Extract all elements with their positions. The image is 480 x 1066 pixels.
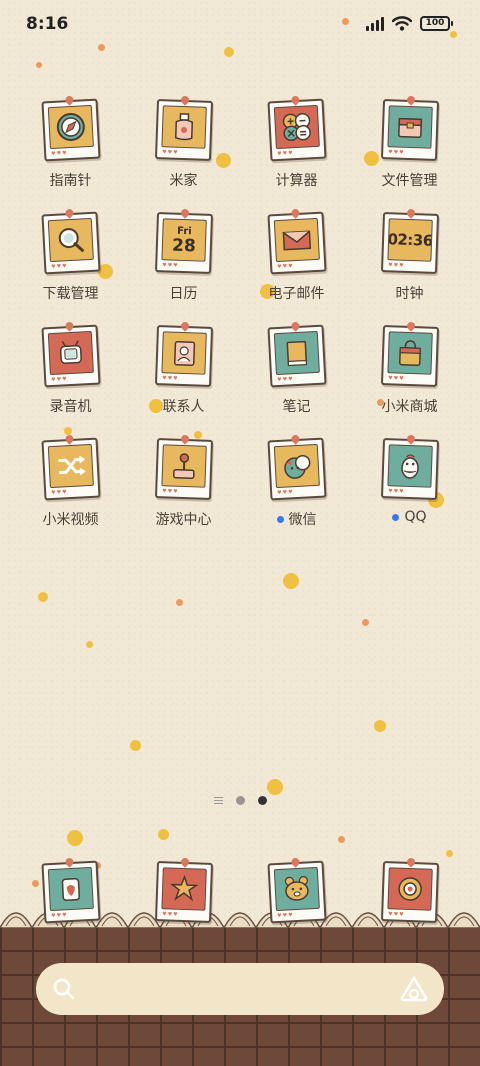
mijia-icon: ♥♥♥ xyxy=(154,94,213,161)
dock-messages[interactable]: ♥♥♥ xyxy=(127,856,240,932)
search-input[interactable] xyxy=(86,969,390,1009)
browser-icon: ♥♥♥ xyxy=(380,856,439,923)
app-notes[interactable]: ♥♥♥ 笔记 xyxy=(240,320,353,439)
app-label: 日历 xyxy=(169,286,198,302)
ai-assistant-icon[interactable] xyxy=(400,976,428,1002)
decor-dot xyxy=(86,641,93,648)
clock-icon: 02:36 ♥♥♥ xyxy=(380,207,439,274)
camera-icon: ♥♥♥ xyxy=(266,856,327,924)
wechat-icon: ♥♥♥ xyxy=(266,433,327,501)
app-download-manager[interactable]: ♥♥♥ 下载管理 xyxy=(14,207,127,326)
dock-phone[interactable]: ♥♥♥ xyxy=(14,856,127,932)
app-label: 计算器 xyxy=(275,173,318,189)
app-label: 小米视频 xyxy=(42,512,99,528)
app-label: 小米商城 xyxy=(381,399,438,415)
recorder-icon: ♥♥♥ xyxy=(40,320,101,388)
calendar-icon: Fri 28 ♥♥♥ xyxy=(154,207,213,274)
app-recorder[interactable]: ♥♥♥ 录音机 xyxy=(14,320,127,439)
mi-store-icon: ♥♥♥ xyxy=(380,320,439,387)
app-label: 电子邮件 xyxy=(268,286,325,302)
app-label: QQ xyxy=(392,509,427,525)
app-qq[interactable]: ♥♥♥ QQ xyxy=(353,433,466,552)
mail-icon: ♥♥♥ xyxy=(266,207,327,275)
app-label: 时钟 xyxy=(395,286,424,302)
app-label: 笔记 xyxy=(282,399,311,415)
app-calculator[interactable]: ♥♥♥ 计算器 xyxy=(240,94,353,213)
wifi-icon xyxy=(392,16,412,31)
decor-dot xyxy=(176,599,183,606)
decor-dot xyxy=(267,779,283,795)
file-manager-icon: ♥♥♥ xyxy=(380,94,439,161)
decor-dot xyxy=(450,31,457,38)
search-icon[interactable] xyxy=(52,977,76,1001)
decor-dot xyxy=(67,830,83,846)
messages-icon: ♥♥♥ xyxy=(154,856,213,923)
signal-icon xyxy=(366,16,384,31)
app-label: 游戏中心 xyxy=(155,512,212,528)
dock-browser[interactable]: ♥♥♥ xyxy=(353,856,466,932)
phone-icon: ♥♥♥ xyxy=(40,856,101,924)
search-bar[interactable] xyxy=(36,963,444,1015)
compass-icon: ♥♥♥ xyxy=(40,94,101,162)
notification-dot xyxy=(276,515,284,523)
decor-dot xyxy=(446,850,453,857)
battery-icon: 100 xyxy=(420,16,453,31)
app-mi-store[interactable]: ♥♥♥ 小米商城 xyxy=(353,320,466,439)
page-dot-1[interactable] xyxy=(235,796,245,805)
status-icons: 100 xyxy=(366,16,453,31)
notification-dot xyxy=(392,513,400,521)
status-time: 8:16 xyxy=(26,14,69,34)
calendar-date: 28 xyxy=(171,235,196,256)
decor-dot xyxy=(224,47,234,57)
app-label: 微信 xyxy=(276,509,317,529)
app-grid: ♥♥♥ 指南针 ♥♥♥ 米家 ♥♥♥ 计算器 ♥♥♥ 文件管理 ♥♥♥ 下载管理… xyxy=(14,94,466,552)
app-mi-video[interactable]: ♥♥♥ 小米视频 xyxy=(14,433,127,552)
app-calendar[interactable]: Fri 28 ♥♥♥ 日历 xyxy=(127,207,240,326)
app-file-manager[interactable]: ♥♥♥ 文件管理 xyxy=(353,94,466,213)
dock-camera[interactable]: ♥♥♥ xyxy=(240,856,353,932)
app-wechat[interactable]: ♥♥♥ 微信 xyxy=(240,433,353,552)
download-manager-icon: ♥♥♥ xyxy=(40,207,101,275)
app-game-center[interactable]: ♥♥♥ 游戏中心 xyxy=(127,433,240,552)
app-label: 联系人 xyxy=(162,399,205,415)
app-mail[interactable]: ♥♥♥ 电子邮件 xyxy=(240,207,353,326)
app-contacts[interactable]: ♥♥♥ 联系人 xyxy=(127,320,240,439)
app-compass[interactable]: ♥♥♥ 指南针 xyxy=(14,94,127,213)
mi-video-icon: ♥♥♥ xyxy=(40,433,101,501)
status-bar: 8:16 100 xyxy=(0,0,480,50)
decor-dot xyxy=(283,573,299,589)
decor-dot xyxy=(342,18,349,25)
app-label: 下载管理 xyxy=(42,286,99,302)
app-label: 文件管理 xyxy=(381,173,438,189)
decor-dot xyxy=(374,720,386,732)
dock: ♥♥♥ ♥♥♥ ♥♥♥ ♥♥♥ xyxy=(14,856,466,932)
page-indicator xyxy=(0,796,480,805)
app-label: 指南针 xyxy=(49,173,92,189)
clock-time: 02:36 xyxy=(386,230,433,250)
app-label: 录音机 xyxy=(49,399,92,415)
decor-dot xyxy=(36,62,42,68)
app-list-icon[interactable] xyxy=(213,797,223,804)
decor-dot xyxy=(362,619,369,626)
decor-dot xyxy=(98,44,105,51)
app-clock[interactable]: 02:36 ♥♥♥ 时钟 xyxy=(353,207,466,326)
page-dot-2[interactable] xyxy=(257,796,267,805)
decor-dot xyxy=(158,829,169,840)
app-label: 米家 xyxy=(169,173,198,189)
contacts-icon: ♥♥♥ xyxy=(154,320,213,387)
qq-icon: ♥♥♥ xyxy=(380,433,439,500)
decor-dot xyxy=(338,836,345,843)
calculator-icon: ♥♥♥ xyxy=(266,94,327,162)
decor-dot xyxy=(38,592,48,602)
decor-dot xyxy=(130,740,141,751)
game-center-icon: ♥♥♥ xyxy=(154,433,213,500)
app-mijia[interactable]: ♥♥♥ 米家 xyxy=(127,94,240,213)
notes-icon: ♥♥♥ xyxy=(266,320,327,388)
